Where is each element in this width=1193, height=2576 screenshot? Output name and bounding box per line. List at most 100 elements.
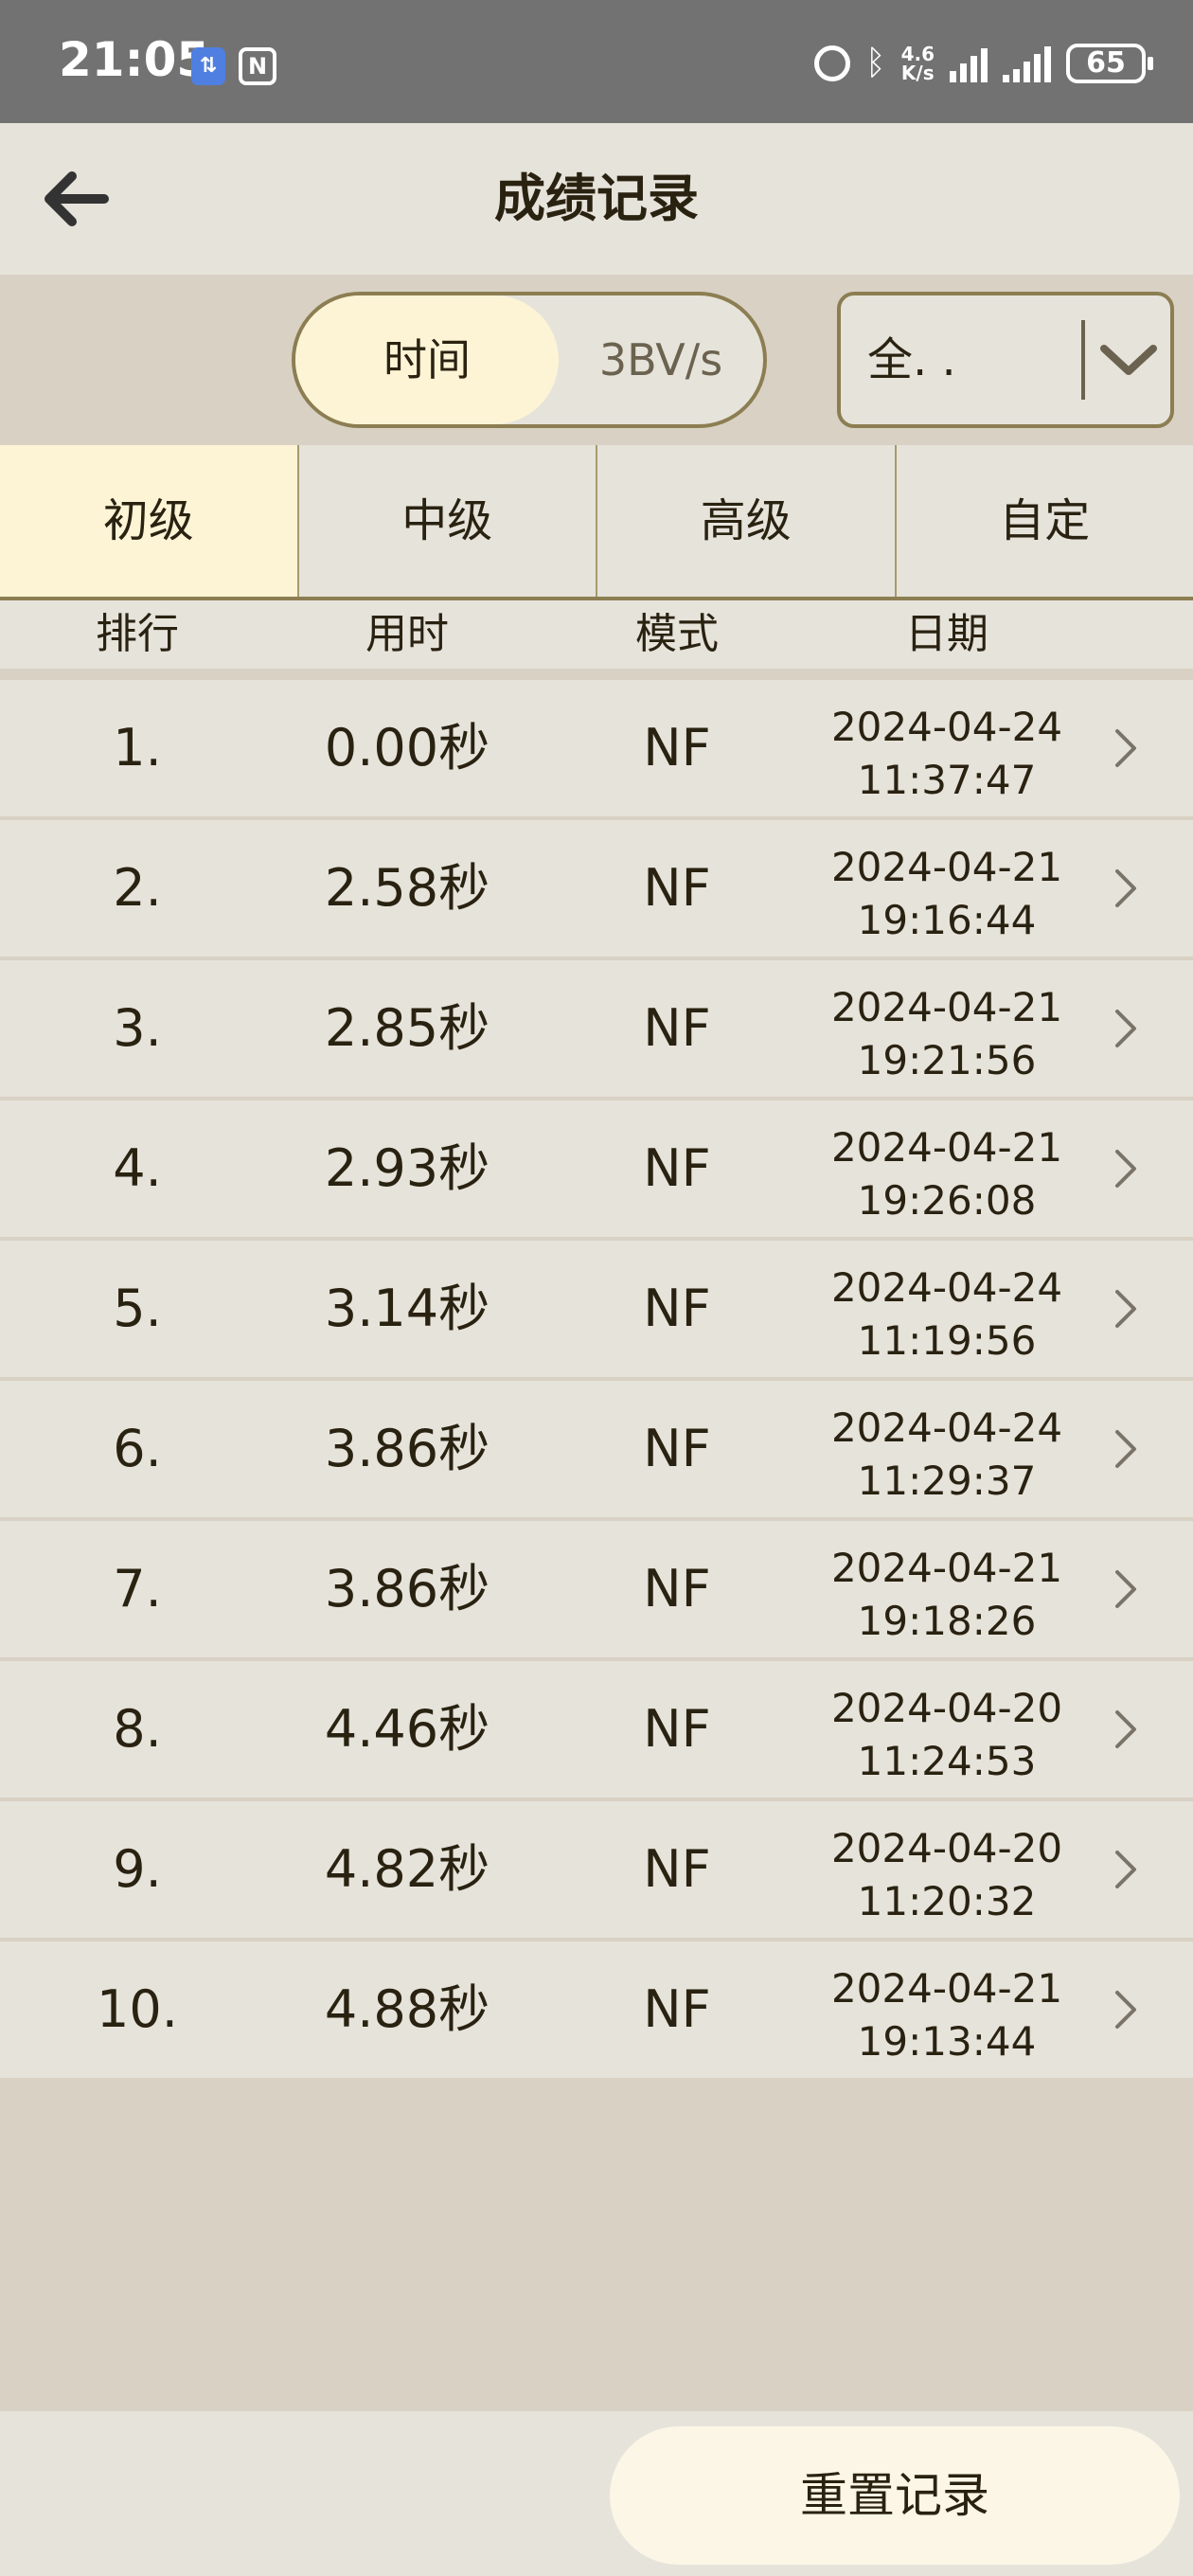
column-header-date: 日期 [905,610,988,658]
chevron-right-icon[interactable] [1110,1146,1142,1191]
arrow-left-icon [45,171,109,226]
table-row[interactable]: 9. 4.82秒 NF 2024-04-20 11:20:32 [0,1801,1193,1938]
signal-secondary-icon [1003,45,1051,82]
row-date: 2024-04-20 11:20:32 [795,1822,1098,1926]
filter-bar: 时间 3BV/s 全. . [0,275,1193,445]
network-speed-value: 4.6 [900,43,935,65]
scope-select[interactable]: 全. . [837,292,1174,428]
network-speed: 4.6 K/s [901,45,935,82]
row-time: 2.93秒 [324,1138,490,1198]
row-time: 4.46秒 [324,1699,490,1759]
column-header-rank: 排行 [96,610,179,658]
chevron-right-icon[interactable] [1110,1286,1142,1332]
row-date-clock: 19:13:44 [857,2018,1037,2065]
reset-records-button[interactable]: 重置记录 [610,2426,1180,2565]
table-row[interactable]: 8. 4.46秒 NF 2024-04-20 11:24:53 [0,1661,1193,1798]
row-date-clock: 11:20:32 [857,1878,1037,1924]
mode-option-time[interactable]: 时间 [295,295,559,424]
nfc-icon: N [239,47,276,85]
status-bar: 21:05 ⇅ N ᛒ 4.6 K/s 65 [0,0,1193,123]
chevron-right-icon[interactable] [1110,1707,1142,1752]
row-time: 4.82秒 [324,1839,490,1899]
page-title: 成绩记录 [494,169,699,228]
network-speed-unit: K/s [900,62,935,84]
mode-toggle: 时间 3BV/s [292,292,767,428]
chevron-right-icon[interactable] [1110,1987,1142,2032]
row-time: 3.86秒 [324,1419,490,1478]
row-date-day: 2024-04-20 [830,1825,1063,1871]
row-date: 2024-04-20 11:24:53 [795,1682,1098,1786]
table-row[interactable]: 3. 2.85秒 NF 2024-04-21 19:21:56 [0,960,1193,1097]
scope-select-value: 全. . [867,333,956,386]
back-button[interactable] [36,161,121,237]
table-row[interactable]: 7. 3.86秒 NF 2024-04-21 19:18:26 [0,1521,1193,1657]
row-date: 2024-04-21 19:16:44 [795,841,1098,945]
signal-icon [950,45,988,82]
row-date: 2024-04-21 19:26:08 [795,1121,1098,1225]
row-date-clock: 11:37:47 [857,757,1037,803]
alarm-icon [813,45,850,81]
status-time: 21:05 [59,32,210,87]
table-row[interactable]: 10. 4.88秒 NF 2024-04-21 19:13:44 [0,1941,1193,2078]
column-header-mode: 模式 [635,610,719,658]
column-header-time: 用时 [365,610,449,658]
row-date: 2024-04-24 11:19:56 [795,1261,1098,1366]
table-row[interactable]: 4. 2.93秒 NF 2024-04-21 19:26:08 [0,1100,1193,1237]
table-row[interactable]: 1. 0.00秒 NF 2024-04-24 11:37:47 [0,680,1193,816]
row-date-day: 2024-04-21 [830,844,1063,890]
row-time: 2.85秒 [324,998,490,1058]
row-time: 3.14秒 [324,1279,490,1338]
row-date-clock: 19:26:08 [857,1177,1037,1224]
row-date-day: 2024-04-21 [830,1124,1063,1171]
chevron-right-icon[interactable] [1110,725,1142,771]
tab-intermediate[interactable]: 中级 [296,445,596,597]
row-date: 2024-04-21 19:21:56 [795,981,1098,1085]
table-row[interactable]: 6. 3.86秒 NF 2024-04-24 11:29:37 [0,1381,1193,1517]
tab-expert[interactable]: 高级 [596,445,895,597]
chevron-right-icon[interactable] [1110,1566,1142,1612]
row-rank: 3. [113,998,162,1058]
bottom-bar: 重置记录 [0,2411,1193,2576]
row-date-day: 2024-04-24 [830,1404,1063,1451]
row-rank: 4. [113,1138,162,1198]
row-rank: 9. [113,1839,162,1899]
row-date-clock: 11:29:37 [857,1458,1037,1504]
row-mode: NF [643,1138,711,1198]
row-time: 4.88秒 [324,1979,490,2039]
chevron-right-icon[interactable] [1110,866,1142,911]
row-mode: NF [643,1699,711,1759]
mode-option-3bvs[interactable]: 3BV/s [559,295,763,424]
level-tabs: 初级 中级 高级 自定 [0,445,1193,600]
row-rank: 8. [113,1699,162,1759]
row-time: 2.58秒 [324,858,490,918]
scope-select-divider [1081,320,1085,400]
row-date-day: 2024-04-21 [830,1545,1063,1591]
row-date-clock: 19:21:56 [857,1037,1037,1083]
row-date-clock: 19:18:26 [857,1598,1037,1644]
row-mode: NF [643,1979,711,2039]
row-time: 0.00秒 [324,718,490,778]
chevron-right-icon[interactable] [1110,1847,1142,1892]
row-rank: 1. [113,718,162,778]
row-date-day: 2024-04-24 [830,1264,1063,1311]
chevron-down-icon[interactable] [1098,331,1159,388]
app-bar: 成绩记录 [0,123,1193,275]
table-row[interactable]: 2. 2.58秒 NF 2024-04-21 19:16:44 [0,820,1193,957]
row-rank: 7. [113,1559,162,1619]
row-date-day: 2024-04-21 [830,984,1063,1030]
tab-beginner[interactable]: 初级 [0,445,297,597]
row-date: 2024-04-24 11:37:47 [795,701,1098,805]
tab-custom[interactable]: 自定 [894,445,1193,597]
row-time: 3.86秒 [324,1559,490,1619]
header-divider [0,669,1193,680]
row-rank: 6. [113,1419,162,1478]
table-row[interactable]: 5. 3.14秒 NF 2024-04-24 11:19:56 [0,1241,1193,1377]
row-mode: NF [643,1839,711,1899]
row-mode: NF [643,998,711,1058]
row-date: 2024-04-21 19:13:44 [795,1962,1098,2066]
chevron-right-icon[interactable] [1110,1006,1142,1051]
table-header: 排行 用时 模式 日期 [0,600,1193,669]
row-rank: 10. [97,1979,178,2039]
row-date-clock: 19:16:44 [857,897,1037,943]
chevron-right-icon[interactable] [1110,1426,1142,1472]
